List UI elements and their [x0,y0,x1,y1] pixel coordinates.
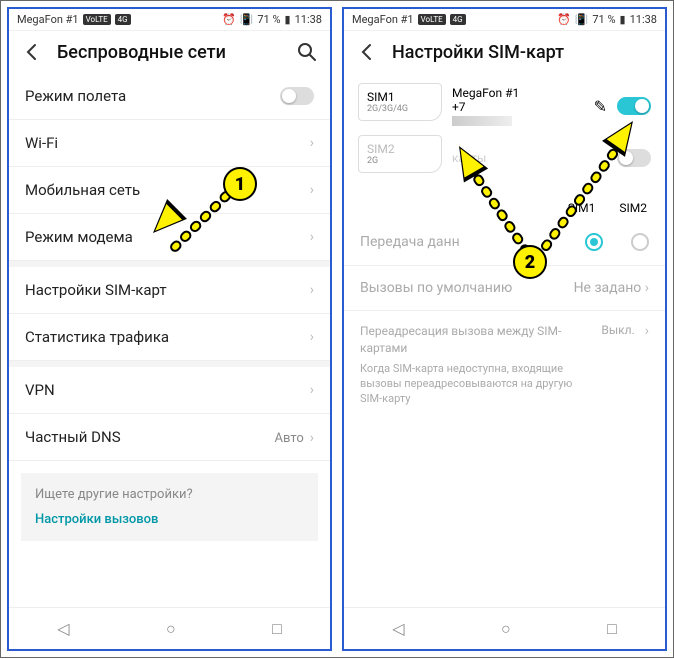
nav-home-icon[interactable]: ○ [166,619,176,639]
row-vpn[interactable]: VPN › [9,367,330,414]
chevron-right-icon: › [310,282,314,298]
sim2-modes: 2G [367,156,433,166]
sim2-hint: карты [452,151,607,165]
row-private-dns[interactable]: Частный DNS Авто › [9,414,330,461]
row-default-data[interactable]: Передача данн [344,219,665,266]
network-badge: 4G [115,14,131,25]
row-airplane-mode[interactable]: Режим полета [9,73,330,120]
row-label: Статистика трафика [25,328,169,346]
nav-bar: ◁ ○ □ [9,607,330,649]
screen-header: Настройки SIM-карт [344,31,665,73]
col-sim1: SIM1 [568,201,596,215]
chevron-right-icon: › [645,280,649,296]
screenshot-sim-settings: MegaFon #1 VoLTE 4G ⏰ 📳 71 % ▮ 11:38 Нас… [342,7,667,651]
row-label: Передача данн [360,234,460,250]
chevron-right-icon: › [310,229,314,245]
suggestion-prompt: Ищете другие настройки? [35,487,304,502]
sim2-info: карты [452,151,607,165]
sim1-name: MegaFon #1 [452,86,584,100]
battery-percent: 71 % [257,13,280,26]
sim1-number-prefix: +7 [452,100,466,114]
row-call-forwarding[interactable]: Переадресация вызова между SIM-картами К… [344,311,665,419]
row-label: Режим полета [25,87,126,105]
nav-back-icon[interactable]: ◁ [57,619,69,638]
nav-bar: ◁ ○ □ [344,607,665,649]
sim1-row[interactable]: SIM1 2G/3G/4G MegaFon #1 +7 ✎ [358,83,651,129]
sim2-card: SIM2 2G [358,135,442,173]
sim2-row[interactable]: SIM2 2G карты [358,135,651,181]
col-sim2: SIM2 [619,201,647,215]
carrier-label: MegaFon #1 [352,13,414,26]
row-mobile-network[interactable]: Мобильная сеть › [9,167,330,214]
chevron-right-icon: › [645,323,649,407]
row-tethering[interactable]: Режим модема › [9,214,330,261]
battery-icon: ▮ [620,13,626,26]
data-sim2-radio[interactable] [631,233,649,251]
chevron-right-icon: › [310,382,314,398]
back-button[interactable] [356,41,378,63]
carrier-label: MegaFon #1 [17,13,79,26]
sim1-toggle[interactable] [617,97,651,115]
nav-home-icon[interactable]: ○ [501,619,511,639]
battery-percent: 71 % [592,13,615,26]
screenshot-wireless-networks: MegaFon #1 VoLTE 4G ⏰ 📳 71 % ▮ 11:38 Бес… [7,7,332,651]
row-label: Частный DNS [25,428,121,446]
back-button[interactable] [21,41,43,63]
volte-badge: VoLTE [418,14,446,25]
page-title: Настройки SIM-карт [392,42,653,63]
row-default-calls[interactable]: Вызовы по умолчанию Не задано › [344,266,665,311]
row-wifi[interactable]: Wi-Fi › [9,120,330,167]
sim1-number-redacted [452,116,512,126]
row-label: Режим модема [25,228,133,246]
airplane-toggle[interactable] [280,87,314,105]
call-settings-link[interactable]: Настройки вызовов [35,512,304,527]
row-label: Настройки SIM-карт [25,281,167,299]
row-value: Авто [275,431,304,446]
row-label: Вызовы по умолчанию [360,280,512,296]
sim1-modes: 2G/3G/4G [367,104,433,114]
fwd-desc: Когда SIM-карта недоступна, входящие выз… [360,361,591,407]
vibrate-icon: 📳 [240,13,254,26]
alarm-icon: ⏰ [557,13,571,26]
clock: 11:38 [295,13,322,26]
network-badge: 4G [450,14,466,25]
row-value: Не задано [574,280,642,296]
page-title: Беспроводные сети [57,42,282,63]
row-sim-settings[interactable]: Настройки SIM-карт › [9,267,330,314]
nav-recents-icon[interactable]: □ [607,619,617,639]
chevron-right-icon: › [310,430,314,446]
edit-icon[interactable]: ✎ [594,97,607,116]
sim2-label: SIM2 [367,142,433,156]
volte-badge: VoLTE [83,14,111,25]
sim1-card: SIM1 2G/3G/4G [358,83,442,121]
nav-recents-icon[interactable]: □ [272,619,282,639]
fwd-title: Переадресация вызова между SIM-картами [360,323,591,357]
screen-header: Беспроводные сети [9,31,330,73]
status-bar: MegaFon #1 VoLTE 4G ⏰ 📳 71 % ▮ 11:38 [9,9,330,31]
nav-back-icon[interactable]: ◁ [392,619,404,638]
annotation-badge-2: 2 [513,245,547,279]
search-button[interactable] [296,41,318,63]
sim1-label: SIM1 [367,90,433,104]
battery-icon: ▮ [285,13,291,26]
sim-column-headers: SIM1 SIM2 [344,197,665,219]
row-label: Wi-Fi [25,134,58,152]
chevron-right-icon: › [310,329,314,345]
sim2-toggle[interactable] [617,149,651,167]
row-traffic-stats[interactable]: Статистика трафика › [9,314,330,361]
alarm-icon: ⏰ [222,13,236,26]
row-label: Мобильная сеть [25,181,140,199]
suggestion-box: Ищете другие настройки? Настройки вызово… [21,473,318,541]
data-sim1-radio[interactable] [585,233,603,251]
vibrate-icon: 📳 [575,13,589,26]
row-label: VPN [25,381,55,399]
chevron-right-icon: › [310,135,314,151]
sim1-info: MegaFon #1 +7 [452,86,584,126]
annotation-badge-1: 1 [223,167,257,201]
clock: 11:38 [630,13,657,26]
status-bar: MegaFon #1 VoLTE 4G ⏰ 📳 71 % ▮ 11:38 [344,9,665,31]
fwd-state: Выкл. [601,323,634,407]
chevron-right-icon: › [310,182,314,198]
